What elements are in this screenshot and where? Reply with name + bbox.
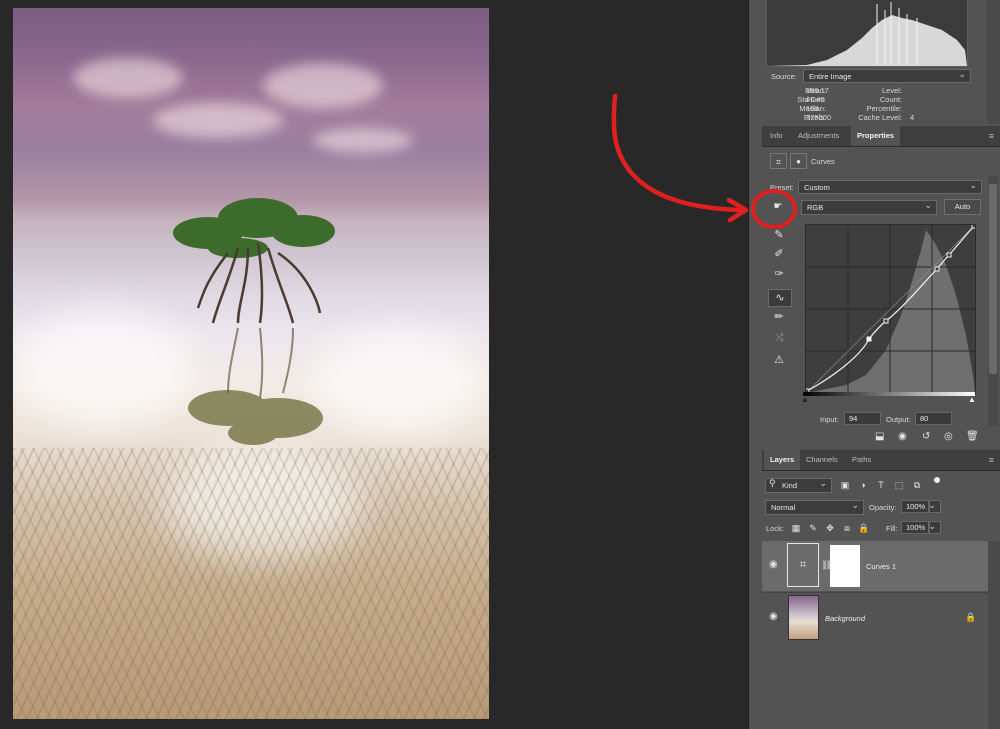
- blend-mode-value: Normal: [771, 503, 796, 512]
- black-point-eyedropper-icon[interactable]: ✐: [770, 246, 788, 262]
- output-label: Output:: [886, 415, 911, 424]
- stat-pixels-value: 375000: [806, 113, 832, 122]
- view-previous-state-icon[interactable]: ◉: [898, 431, 907, 442]
- source-dropdown[interactable]: Entire Image: [803, 69, 971, 83]
- layer-mask-icon[interactable]: ●: [790, 153, 807, 169]
- properties-scrollbar[interactable]: [988, 176, 998, 426]
- layer-name[interactable]: Background: [825, 614, 865, 623]
- preset-dropdown[interactable]: Custom: [798, 180, 982, 194]
- stat-median-value: 168: [806, 104, 819, 113]
- lock-label: Lock:: [766, 524, 784, 533]
- annotation-circle: [751, 189, 797, 229]
- fill-slider-toggle[interactable]: [928, 521, 941, 534]
- black-slider-handle[interactable]: ▲: [801, 395, 809, 404]
- curve-point-tool-icon[interactable]: ∿: [768, 289, 792, 307]
- properties-scroll-thumb[interactable]: [989, 184, 997, 374]
- layer-mask-thumbnail[interactable]: [830, 545, 860, 587]
- opacity-slider-toggle[interactable]: [928, 500, 941, 513]
- smooth-curve-icon[interactable]: ⤨: [770, 330, 788, 346]
- stat-stddev-value: 46.45: [806, 95, 825, 104]
- tab-paths[interactable]: Paths: [846, 450, 877, 470]
- lock-image-pixels-icon[interactable]: ✎: [806, 520, 820, 536]
- eye-icon[interactable]: ◉: [769, 611, 778, 622]
- clipping-warning-icon[interactable]: ⚠: [770, 352, 788, 368]
- layer-filter-value: Kind: [782, 481, 798, 490]
- tab-properties[interactable]: Properties: [851, 126, 901, 146]
- histogram-graph: [766, 0, 968, 67]
- search-icon: ⚲: [769, 478, 776, 488]
- layers-menu-icon[interactable]: ≡: [989, 455, 994, 465]
- eye-icon[interactable]: ◉: [769, 559, 778, 570]
- canvas-gap: [489, 0, 749, 729]
- tab-channels[interactable]: Channels: [800, 450, 844, 470]
- source-label: Source:: [771, 72, 797, 81]
- stat-cache-level-label: Cache Level:: [858, 113, 902, 122]
- blend-mode-dropdown[interactable]: Normal: [765, 500, 864, 515]
- tab-adjustments[interactable]: Adjustments: [792, 126, 845, 146]
- clip-to-layer-icon[interactable]: ⬓: [875, 431, 884, 442]
- eyedropper-icon[interactable]: ✎: [770, 227, 788, 243]
- pixel-layer-filter-icon[interactable]: ▣: [838, 477, 852, 493]
- stat-mean-value: 166.17: [806, 86, 829, 95]
- smart-object-filter-icon[interactable]: ⧉: [910, 477, 924, 493]
- lock-transparent-pixels-icon[interactable]: ▦: [789, 520, 803, 536]
- type-layer-filter-icon[interactable]: T: [874, 477, 888, 493]
- curves-layer-thumbnail: ⌗: [787, 543, 819, 587]
- shape-layer-filter-icon[interactable]: ⬚: [892, 477, 906, 493]
- fill-label: Fill:: [886, 524, 898, 533]
- channel-dropdown[interactable]: RGB: [801, 200, 937, 215]
- annotation-arrow: [611, 93, 749, 223]
- properties-title: Curves: [811, 157, 835, 166]
- filter-toggle-icon[interactable]: [934, 477, 940, 483]
- tab-info[interactable]: Info: [764, 126, 789, 146]
- layer-row-curves[interactable]: ◉ ⌗ ⛓ Curves 1: [762, 541, 988, 591]
- stat-count-label: Count:: [879, 95, 902, 104]
- fill-field[interactable]: 100%: [901, 521, 929, 534]
- layer-name[interactable]: Curves 1: [866, 562, 896, 571]
- reset-adjustments-icon[interactable]: ↺: [922, 431, 930, 442]
- layers-scrollbar[interactable]: [988, 541, 1000, 729]
- panel-menu-icon[interactable]: ≡: [989, 131, 994, 141]
- layers-tabbar: Layers Channels Paths ≡: [762, 450, 1000, 471]
- source-value: Entire Image: [809, 72, 852, 81]
- opacity-label: Opacity:: [869, 503, 897, 512]
- stat-level-label: Level:: [881, 86, 902, 95]
- white-point-eyedropper-icon[interactable]: ✑: [770, 266, 788, 282]
- opacity-field[interactable]: 100%: [901, 500, 929, 513]
- preset-value: Custom: [804, 183, 830, 192]
- channel-value: RGB: [807, 203, 824, 212]
- mangrove-photo: [13, 8, 489, 719]
- lock-icon: 🔒: [965, 612, 977, 622]
- output-field[interactable]: 80: [915, 412, 952, 425]
- histogram-scrollbar[interactable]: [987, 0, 1000, 124]
- lock-position-icon[interactable]: ✥: [823, 520, 837, 536]
- background-layer-thumbnail: [788, 595, 819, 640]
- stat-percentile-label: Percentile:: [866, 104, 902, 113]
- tab-layers[interactable]: Layers: [764, 450, 801, 470]
- output-gradient-bar: [803, 392, 975, 396]
- curves-adjustment-icon: ⌗: [770, 153, 787, 169]
- curves-graph[interactable]: [804, 223, 977, 394]
- stat-cache-level-value: 4: [910, 113, 915, 122]
- delete-adjustment-icon[interactable]: 🗑: [966, 431, 979, 442]
- mangrove-tree: [173, 198, 335, 445]
- input-field[interactable]: 94: [844, 412, 881, 425]
- properties-tabbar: Info Adjustments Properties ≡: [762, 126, 1000, 147]
- layer-row-background[interactable]: ◉ Background 🔒: [762, 592, 988, 643]
- toggle-visibility-icon[interactable]: ◎: [944, 431, 953, 442]
- input-label: Input:: [820, 415, 839, 424]
- adjustment-layer-filter-icon[interactable]: ◑: [856, 477, 870, 493]
- lock-artboard-icon[interactable]: ⧈: [840, 520, 854, 536]
- lock-all-icon[interactable]: 🔒: [857, 520, 871, 536]
- auto-button[interactable]: Auto: [944, 199, 981, 215]
- white-slider-handle[interactable]: ▲: [968, 395, 976, 404]
- pencil-draw-icon[interactable]: ✏: [770, 309, 788, 325]
